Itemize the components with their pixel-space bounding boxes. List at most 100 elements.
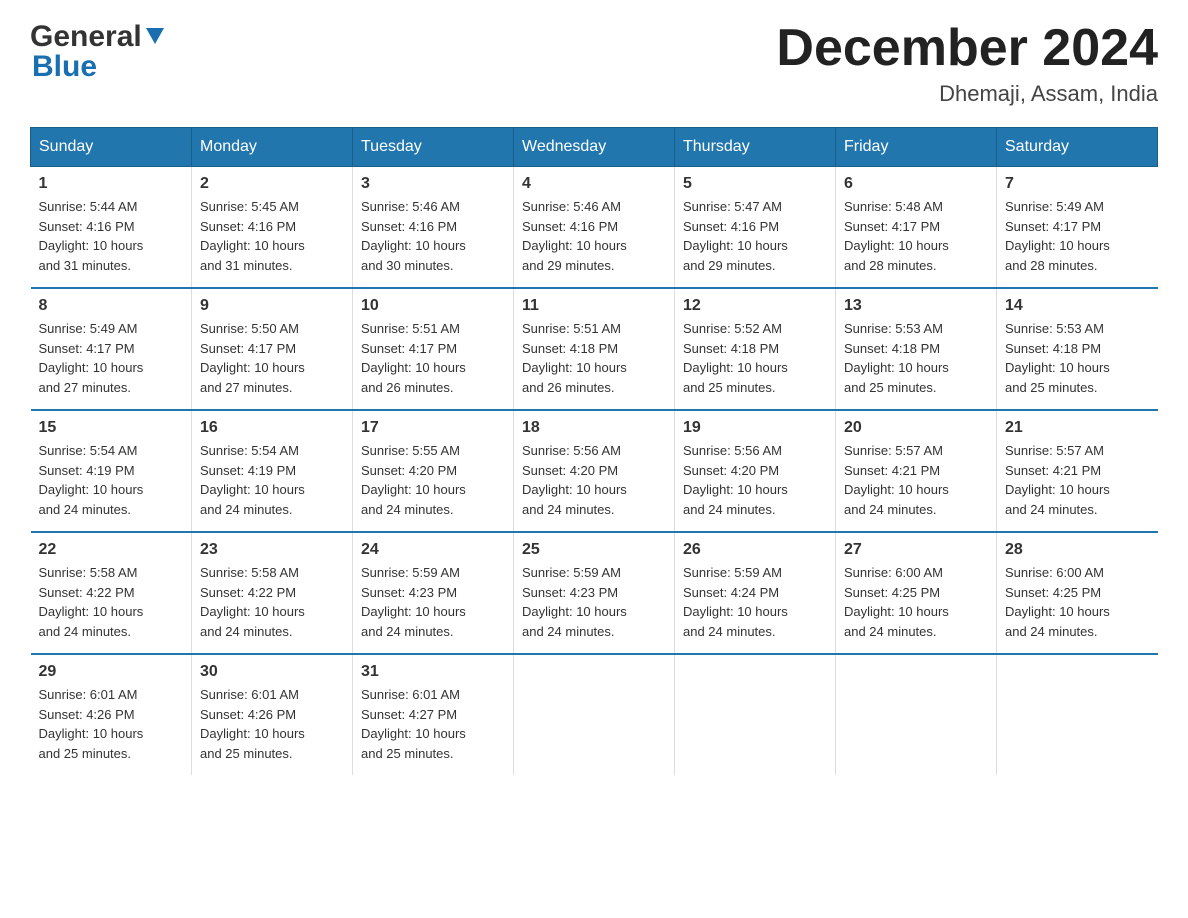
day-info: Sunrise: 5:54 AM Sunset: 4:19 PM Dayligh… (39, 441, 184, 519)
calendar-table: Sunday Monday Tuesday Wednesday Thursday… (30, 127, 1158, 775)
day-info: Sunrise: 5:57 AM Sunset: 4:21 PM Dayligh… (844, 441, 988, 519)
table-row (997, 654, 1158, 775)
header-monday: Monday (192, 128, 353, 167)
table-row: 10 Sunrise: 5:51 AM Sunset: 4:17 PM Dayl… (353, 288, 514, 410)
day-number: 29 (39, 663, 184, 681)
header-friday: Friday (836, 128, 997, 167)
day-number: 24 (361, 541, 505, 559)
day-info: Sunrise: 6:01 AM Sunset: 4:26 PM Dayligh… (200, 685, 344, 763)
month-title: December 2024 (776, 20, 1158, 77)
day-info: Sunrise: 6:01 AM Sunset: 4:26 PM Dayligh… (39, 685, 184, 763)
header-sunday: Sunday (31, 128, 192, 167)
day-info: Sunrise: 5:51 AM Sunset: 4:18 PM Dayligh… (522, 319, 666, 397)
day-number: 14 (1005, 297, 1150, 315)
day-number: 3 (361, 175, 505, 193)
day-info: Sunrise: 5:53 AM Sunset: 4:18 PM Dayligh… (844, 319, 988, 397)
logo-triangle-icon (144, 24, 166, 46)
table-row: 4 Sunrise: 5:46 AM Sunset: 4:16 PM Dayli… (514, 167, 675, 289)
table-row: 1 Sunrise: 5:44 AM Sunset: 4:16 PM Dayli… (31, 167, 192, 289)
table-row: 26 Sunrise: 5:59 AM Sunset: 4:24 PM Dayl… (675, 532, 836, 654)
table-row: 20 Sunrise: 5:57 AM Sunset: 4:21 PM Dayl… (836, 410, 997, 532)
day-info: Sunrise: 5:46 AM Sunset: 4:16 PM Dayligh… (361, 197, 505, 275)
day-number: 12 (683, 297, 827, 315)
table-row: 29 Sunrise: 6:01 AM Sunset: 4:26 PM Dayl… (31, 654, 192, 775)
day-info: Sunrise: 5:50 AM Sunset: 4:17 PM Dayligh… (200, 319, 344, 397)
table-row: 15 Sunrise: 5:54 AM Sunset: 4:19 PM Dayl… (31, 410, 192, 532)
table-row: 9 Sunrise: 5:50 AM Sunset: 4:17 PM Dayli… (192, 288, 353, 410)
table-row (675, 654, 836, 775)
header-thursday: Thursday (675, 128, 836, 167)
logo-blue-text: Blue (32, 50, 97, 84)
day-info: Sunrise: 6:00 AM Sunset: 4:25 PM Dayligh… (1005, 563, 1150, 641)
table-row: 22 Sunrise: 5:58 AM Sunset: 4:22 PM Dayl… (31, 532, 192, 654)
day-number: 26 (683, 541, 827, 559)
day-number: 15 (39, 419, 184, 437)
day-number: 13 (844, 297, 988, 315)
day-number: 25 (522, 541, 666, 559)
day-number: 19 (683, 419, 827, 437)
logo: General Blue (30, 20, 166, 84)
day-info: Sunrise: 5:48 AM Sunset: 4:17 PM Dayligh… (844, 197, 988, 275)
day-number: 20 (844, 419, 988, 437)
day-info: Sunrise: 5:49 AM Sunset: 4:17 PM Dayligh… (39, 319, 184, 397)
calendar-body: 1 Sunrise: 5:44 AM Sunset: 4:16 PM Dayli… (31, 167, 1158, 776)
day-number: 21 (1005, 419, 1150, 437)
table-row: 14 Sunrise: 5:53 AM Sunset: 4:18 PM Dayl… (997, 288, 1158, 410)
day-number: 31 (361, 663, 505, 681)
day-number: 22 (39, 541, 184, 559)
table-row: 27 Sunrise: 6:00 AM Sunset: 4:25 PM Dayl… (836, 532, 997, 654)
day-info: Sunrise: 5:57 AM Sunset: 4:21 PM Dayligh… (1005, 441, 1150, 519)
location-text: Dhemaji, Assam, India (776, 81, 1158, 107)
day-info: Sunrise: 5:59 AM Sunset: 4:23 PM Dayligh… (522, 563, 666, 641)
day-number: 8 (39, 297, 184, 315)
day-number: 23 (200, 541, 344, 559)
logo-general-text: General (30, 20, 142, 54)
table-row: 17 Sunrise: 5:55 AM Sunset: 4:20 PM Dayl… (353, 410, 514, 532)
day-info: Sunrise: 6:01 AM Sunset: 4:27 PM Dayligh… (361, 685, 505, 763)
title-block: December 2024 Dhemaji, Assam, India (776, 20, 1158, 107)
table-row: 7 Sunrise: 5:49 AM Sunset: 4:17 PM Dayli… (997, 167, 1158, 289)
day-number: 10 (361, 297, 505, 315)
table-row: 6 Sunrise: 5:48 AM Sunset: 4:17 PM Dayli… (836, 167, 997, 289)
header-saturday: Saturday (997, 128, 1158, 167)
table-row: 3 Sunrise: 5:46 AM Sunset: 4:16 PM Dayli… (353, 167, 514, 289)
table-row: 5 Sunrise: 5:47 AM Sunset: 4:16 PM Dayli… (675, 167, 836, 289)
table-row: 24 Sunrise: 5:59 AM Sunset: 4:23 PM Dayl… (353, 532, 514, 654)
table-row: 31 Sunrise: 6:01 AM Sunset: 4:27 PM Dayl… (353, 654, 514, 775)
day-info: Sunrise: 5:58 AM Sunset: 4:22 PM Dayligh… (200, 563, 344, 641)
day-number: 18 (522, 419, 666, 437)
table-row: 8 Sunrise: 5:49 AM Sunset: 4:17 PM Dayli… (31, 288, 192, 410)
day-number: 30 (200, 663, 344, 681)
table-row (836, 654, 997, 775)
day-number: 17 (361, 419, 505, 437)
day-info: Sunrise: 5:59 AM Sunset: 4:24 PM Dayligh… (683, 563, 827, 641)
day-info: Sunrise: 5:59 AM Sunset: 4:23 PM Dayligh… (361, 563, 505, 641)
table-row: 13 Sunrise: 5:53 AM Sunset: 4:18 PM Dayl… (836, 288, 997, 410)
day-number: 6 (844, 175, 988, 193)
day-number: 16 (200, 419, 344, 437)
day-number: 9 (200, 297, 344, 315)
day-number: 2 (200, 175, 344, 193)
day-info: Sunrise: 5:47 AM Sunset: 4:16 PM Dayligh… (683, 197, 827, 275)
day-number: 4 (522, 175, 666, 193)
table-row: 18 Sunrise: 5:56 AM Sunset: 4:20 PM Dayl… (514, 410, 675, 532)
day-number: 5 (683, 175, 827, 193)
table-row: 12 Sunrise: 5:52 AM Sunset: 4:18 PM Dayl… (675, 288, 836, 410)
day-info: Sunrise: 5:56 AM Sunset: 4:20 PM Dayligh… (683, 441, 827, 519)
day-number: 11 (522, 297, 666, 315)
day-info: Sunrise: 5:58 AM Sunset: 4:22 PM Dayligh… (39, 563, 184, 641)
table-row: 21 Sunrise: 5:57 AM Sunset: 4:21 PM Dayl… (997, 410, 1158, 532)
day-number: 1 (39, 175, 184, 193)
table-row: 19 Sunrise: 5:56 AM Sunset: 4:20 PM Dayl… (675, 410, 836, 532)
day-info: Sunrise: 6:00 AM Sunset: 4:25 PM Dayligh… (844, 563, 988, 641)
table-row: 11 Sunrise: 5:51 AM Sunset: 4:18 PM Dayl… (514, 288, 675, 410)
table-row: 25 Sunrise: 5:59 AM Sunset: 4:23 PM Dayl… (514, 532, 675, 654)
day-info: Sunrise: 5:52 AM Sunset: 4:18 PM Dayligh… (683, 319, 827, 397)
header-tuesday: Tuesday (353, 128, 514, 167)
header-wednesday: Wednesday (514, 128, 675, 167)
day-info: Sunrise: 5:45 AM Sunset: 4:16 PM Dayligh… (200, 197, 344, 275)
day-info: Sunrise: 5:54 AM Sunset: 4:19 PM Dayligh… (200, 441, 344, 519)
day-info: Sunrise: 5:44 AM Sunset: 4:16 PM Dayligh… (39, 197, 184, 275)
day-info: Sunrise: 5:46 AM Sunset: 4:16 PM Dayligh… (522, 197, 666, 275)
table-row: 16 Sunrise: 5:54 AM Sunset: 4:19 PM Dayl… (192, 410, 353, 532)
